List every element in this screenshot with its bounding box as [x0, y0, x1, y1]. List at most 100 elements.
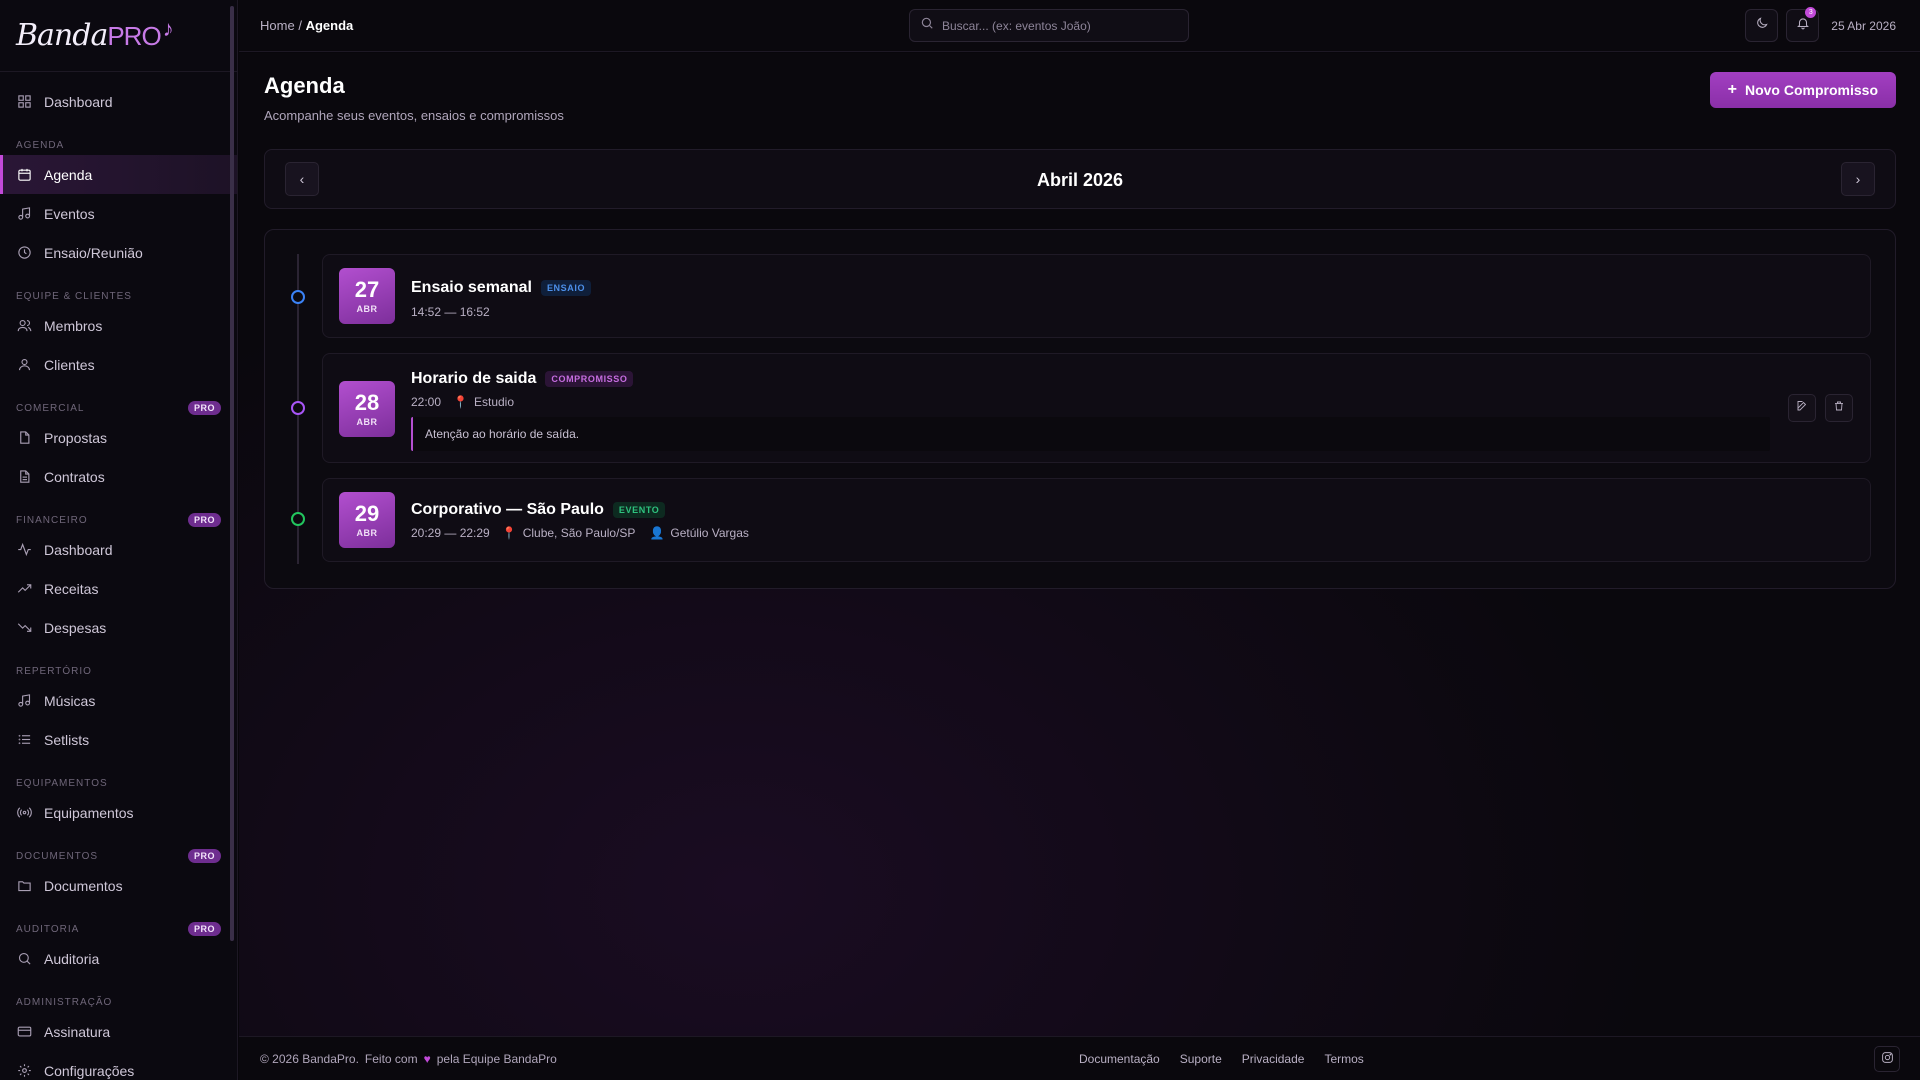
- footer-link-privacidade[interactable]: Privacidade: [1242, 1052, 1305, 1066]
- events-timeline: 27 ABR Ensaio semanal ENSAIO 14:52 — 16:…: [264, 229, 1896, 589]
- theme-toggle-button[interactable]: [1745, 9, 1779, 42]
- gear-icon: [16, 1063, 32, 1079]
- breadcrumb-separator: /: [298, 18, 302, 33]
- search-box[interactable]: [909, 9, 1189, 42]
- sidebar-item-label: Contratos: [44, 468, 105, 485]
- breadcrumb-current: Agenda: [305, 18, 354, 33]
- breadcrumb-home[interactable]: Home: [260, 18, 295, 33]
- sidebar-item-membros[interactable]: Membros: [0, 306, 237, 345]
- footer-copyright: © 2026 BandaPro.: [260, 1051, 359, 1066]
- sidebar-item-label: Músicas: [44, 692, 96, 709]
- sidebar-item-propostas[interactable]: Propostas: [0, 418, 237, 457]
- event-title: Horario de saida: [411, 370, 537, 387]
- sidebar-item-equipamentos[interactable]: Equipamentos: [0, 793, 237, 832]
- event-card[interactable]: 29 ABR Corporativo — São Paulo EVENTO 20…: [322, 478, 1871, 562]
- heart-icon: ♥: [423, 1051, 431, 1066]
- event-card[interactable]: 28 ABR Horario de saida COMPROMISSO 22:0…: [322, 353, 1871, 463]
- footer-link-termos[interactable]: Termos: [1324, 1052, 1363, 1066]
- event-day: 28: [354, 389, 380, 415]
- sidebar-section-header: DOCUMENTOS PRO: [0, 846, 237, 866]
- person-icon: 👤: [649, 526, 665, 540]
- footer-link-suporte[interactable]: Suporte: [1180, 1052, 1222, 1066]
- new-appointment-button[interactable]: + Novo Compromisso: [1709, 72, 1896, 108]
- event-date-box: 27 ABR: [339, 268, 395, 324]
- footer: © 2026 BandaPro. Feito com ♥ pela Equipe…: [239, 1036, 1920, 1080]
- sidebar-section-header: REPERTÓRIO: [0, 661, 237, 681]
- next-month-button[interactable]: ›: [1841, 162, 1875, 196]
- event-title: Ensaio semanal: [411, 279, 532, 296]
- event-type-badge: ENSAIO: [540, 280, 592, 296]
- notifications-button[interactable]: 3: [1786, 7, 1820, 42]
- event-time: 20:29 — 22:29: [411, 526, 490, 540]
- breadcrumb: Home / Agenda: [260, 18, 353, 33]
- delete-event-button[interactable]: [1825, 394, 1853, 422]
- radio-icon: [16, 805, 32, 821]
- event-note: Atenção ao horário de saída.: [411, 417, 1770, 451]
- footer-links: Documentação Suporte Privacidade Termos: [1079, 1052, 1384, 1066]
- event-title: Corporativo — São Paulo: [411, 501, 604, 518]
- month-navigator: ‹ Abril 2026 ›: [264, 149, 1896, 209]
- location-pin-icon: 📍: [453, 395, 468, 409]
- sidebar-item-despesas[interactable]: Despesas: [0, 608, 237, 647]
- footer-made-with: Feito com: [364, 1051, 418, 1066]
- sidebar-item-label: Configurações: [44, 1062, 135, 1079]
- sidebar-scrollbar[interactable]: [230, 6, 234, 941]
- sidebar-item-configuracoes[interactable]: Configurações: [0, 1051, 237, 1080]
- event-month: ABR: [356, 527, 378, 538]
- sidebar-section-header: AUDITORIA PRO: [0, 919, 237, 939]
- sidebar-section-label: DOCUMENTOS: [16, 850, 99, 862]
- sidebar-section-label: ADMINISTRAÇÃO: [16, 996, 113, 1008]
- instagram-button[interactable]: [1874, 1046, 1900, 1072]
- sidebar-item-receitas[interactable]: Receitas: [0, 569, 237, 608]
- sidebar-item-clientes[interactable]: Clientes: [0, 345, 237, 384]
- sidebar-item-label: Eventos: [44, 205, 95, 222]
- brand-logo[interactable]: BandaPRO ♪: [0, 0, 237, 72]
- event-time: 14:52 — 16:52: [411, 305, 490, 319]
- event-day: 27: [354, 276, 380, 302]
- timeline-dot-compromisso: [291, 401, 305, 415]
- folder-icon: [16, 878, 32, 894]
- plus-icon: +: [1727, 81, 1737, 98]
- event-month: ABR: [356, 416, 378, 427]
- instagram-icon: [1881, 1051, 1894, 1067]
- sidebar-item-dashboard[interactable]: Dashboard: [0, 82, 237, 121]
- sidebar-item-documentos[interactable]: Documentos: [0, 866, 237, 905]
- page-subtitle: Acompanhe seus eventos, ensaios e compro…: [264, 108, 564, 123]
- pro-badge: PRO: [187, 922, 221, 936]
- sidebar-item-label: Auditoria: [44, 950, 100, 967]
- sidebar-item-agenda[interactable]: Agenda: [0, 155, 237, 194]
- sidebar-item-label: Ensaio/Reunião: [44, 244, 143, 261]
- sidebar-item-setlists[interactable]: Setlists: [0, 720, 237, 759]
- music-note-icon: [16, 693, 32, 709]
- event-type-badge: EVENTO: [612, 502, 666, 518]
- event-card[interactable]: 27 ABR Ensaio semanal ENSAIO 14:52 — 16:…: [322, 254, 1871, 338]
- sidebar-item-contratos[interactable]: Contratos: [0, 457, 237, 496]
- sidebar-item-assinatura[interactable]: Assinatura: [0, 1012, 237, 1051]
- user-icon: [16, 357, 32, 373]
- sidebar-item-label: Setlists: [44, 731, 90, 748]
- file-icon: [16, 430, 32, 446]
- event-meta: 20:29 — 22:29 📍 Clube, São Paulo/SP 👤 Ge…: [411, 526, 749, 540]
- sidebar-item-eventos[interactable]: Eventos: [0, 194, 237, 233]
- sidebar-item-ensaio-reuniao[interactable]: Ensaio/Reunião: [0, 233, 237, 272]
- edit-event-button[interactable]: [1788, 394, 1816, 422]
- bell-icon: [1796, 16, 1810, 35]
- sidebar-item-label: Dashboard: [44, 541, 113, 558]
- sidebar-item-musicas[interactable]: Músicas: [0, 681, 237, 720]
- month-title: Abril 2026: [1036, 170, 1124, 190]
- footer-link-documentacao[interactable]: Documentação: [1079, 1052, 1160, 1066]
- timeline-dot-ensaio: [291, 290, 305, 304]
- activity-icon: [16, 542, 32, 558]
- sidebar-section-label: FINANCEIRO: [16, 514, 88, 526]
- clock-icon: [16, 245, 32, 261]
- sidebar-item-auditoria[interactable]: Auditoria: [0, 939, 237, 978]
- grid-icon: [16, 94, 32, 110]
- edit-icon: [1796, 399, 1808, 417]
- sidebar-item-dashboard[interactable]: Dashboard: [0, 530, 237, 569]
- sidebar-section-header: FINANCEIRO PRO: [0, 510, 237, 530]
- sidebar-item-label: Assinatura: [44, 1023, 111, 1040]
- search-input[interactable]: [942, 18, 1172, 33]
- logo-text: BandaPRO: [16, 18, 162, 53]
- sidebar-item-label: Documentos: [44, 877, 123, 894]
- new-appointment-label: Novo Compromisso: [1744, 82, 1878, 98]
